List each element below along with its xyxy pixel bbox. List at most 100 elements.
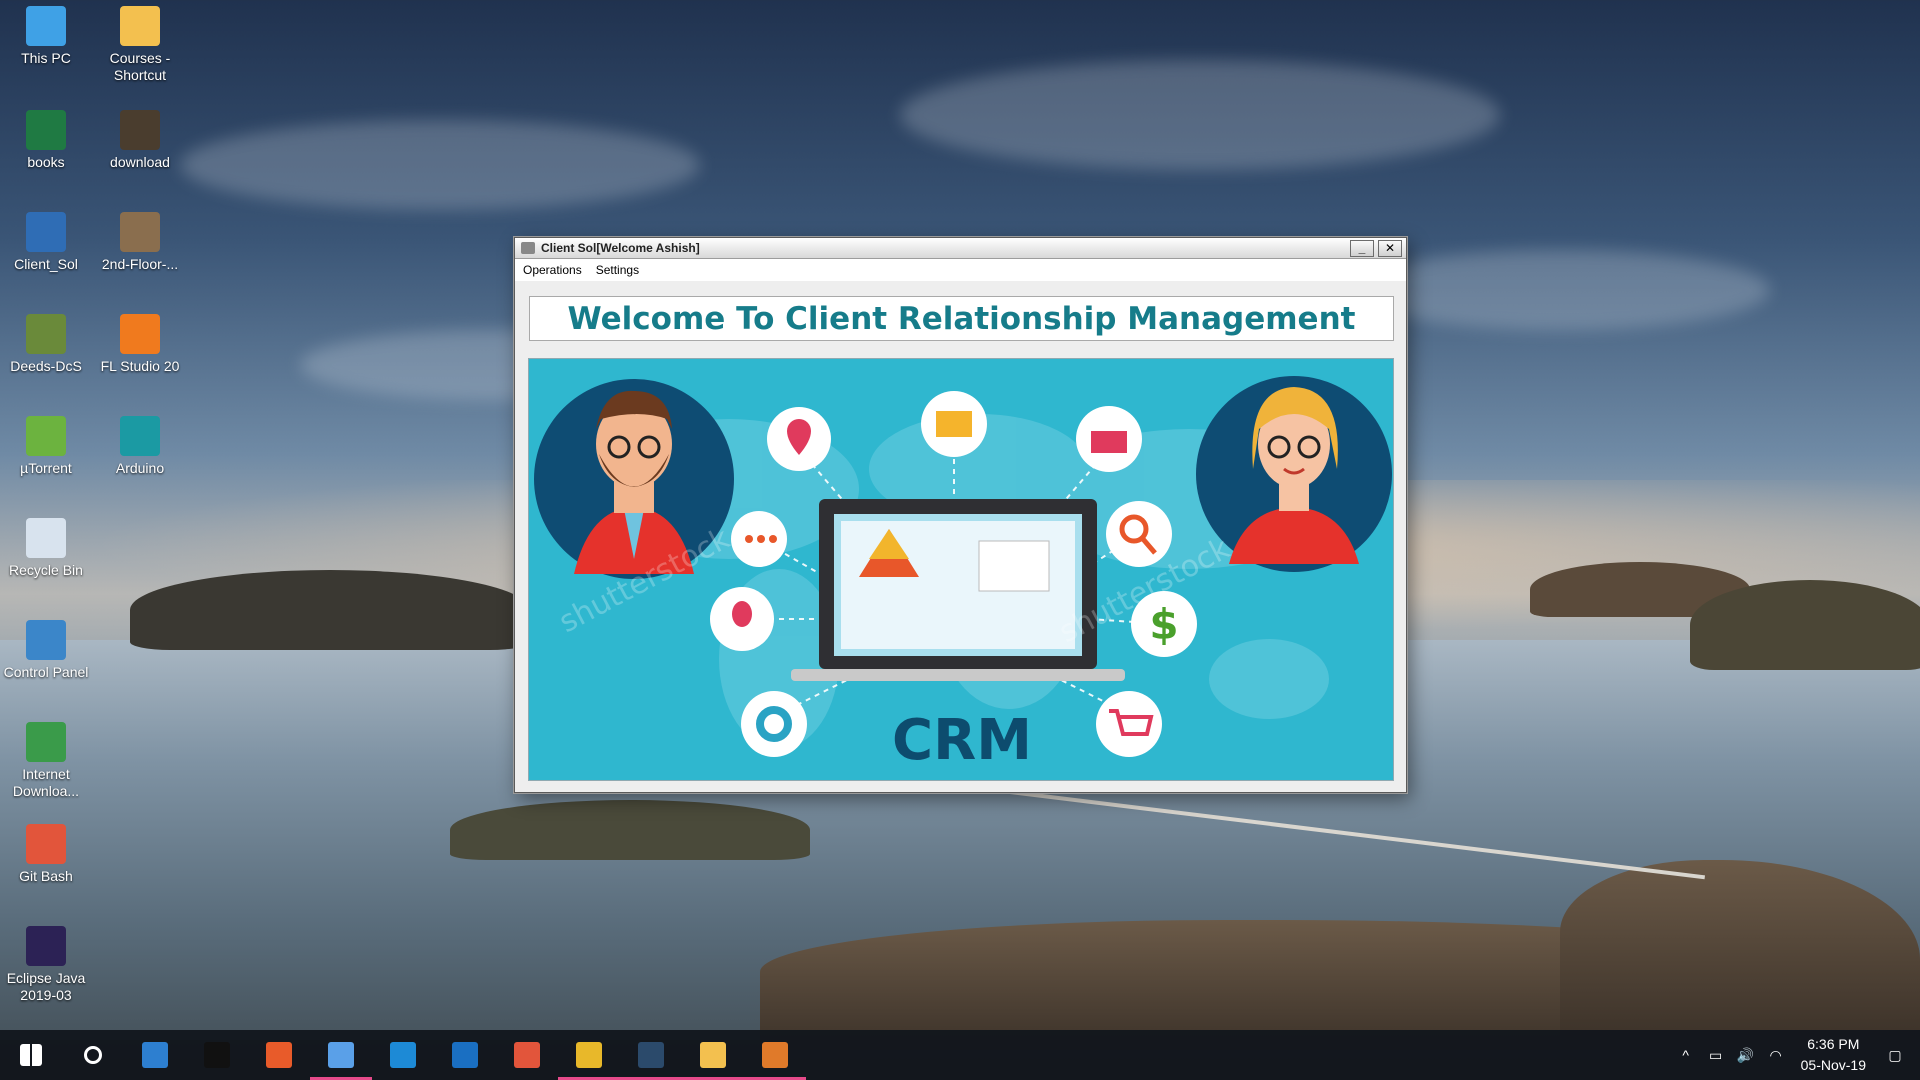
java-app-icon: [26, 212, 66, 252]
notification-icon[interactable]: ▢: [1884, 1047, 1906, 1064]
desktop-icon[interactable]: FL Studio 20: [94, 314, 186, 375]
svg-text:$: $: [1149, 600, 1178, 649]
taskbar-chrome[interactable]: [558, 1030, 620, 1080]
taskbar-edge[interactable]: [434, 1030, 496, 1080]
gear-icon: [741, 691, 807, 757]
desktop-icon-label: This PC: [21, 50, 71, 66]
close-button[interactable]: ✕: [1378, 239, 1402, 257]
tiles-icon: [266, 1042, 292, 1068]
idm-icon: [26, 722, 66, 762]
desktop-icon[interactable]: Arduino: [94, 416, 186, 477]
island-left: [130, 570, 530, 650]
menu-settings[interactable]: Settings: [596, 263, 639, 277]
island-far-right: [1690, 580, 1920, 670]
edge-icon: [452, 1042, 478, 1068]
woman-avatar: [1196, 376, 1392, 572]
desktop-icon[interactable]: Client_Sol: [0, 212, 92, 273]
taskbar-items: [0, 1030, 806, 1080]
desktop-icon-label: Eclipse Java 2019-03: [6, 970, 86, 1003]
control-panel-icon: [26, 620, 66, 660]
crm-label: CRM: [892, 708, 1032, 773]
magnifier-icon: [1106, 501, 1172, 567]
cloud: [1350, 250, 1770, 330]
laptop: [791, 499, 1125, 681]
desktop-icon-label: Internet Downloa...: [12, 766, 80, 799]
taskbar-store[interactable]: [124, 1030, 186, 1080]
cloud: [180, 120, 700, 210]
speaker-icon[interactable]: 🔊: [1735, 1047, 1757, 1064]
clock-time: 6:36 PM: [1807, 1036, 1860, 1052]
taskbar: ^ ▭ 🔊 ◠ 6:36 PM 05-Nov-19 ▢: [0, 1030, 1920, 1080]
desktop-icon-label: Client_Sol: [14, 256, 78, 272]
git-icon: [26, 824, 66, 864]
mysql-icon: [638, 1042, 664, 1068]
menu-operations[interactable]: Operations: [523, 263, 582, 277]
start-button[interactable]: [0, 1030, 62, 1080]
taskbar-vscode[interactable]: [372, 1030, 434, 1080]
circuit-icon: [26, 314, 66, 354]
folder-icon: [120, 6, 160, 46]
battery-icon[interactable]: ▭: [1705, 1047, 1727, 1064]
search-button[interactable]: [62, 1030, 124, 1080]
store-icon: [142, 1042, 168, 1068]
git-icon: [514, 1042, 540, 1068]
taskbar-terminal[interactable]: [186, 1030, 248, 1080]
arduino-icon: [120, 416, 160, 456]
desktop-icon-label: books: [27, 154, 65, 170]
taskbar-windows-app[interactable]: [248, 1030, 310, 1080]
desktop-icon-label: 2nd-Floor-...: [101, 256, 179, 272]
chrome-icon: [576, 1042, 602, 1068]
cloud: [900, 60, 1500, 170]
desktop-icon[interactable]: Deeds-DcS: [0, 314, 92, 375]
system-tray: ^ ▭ 🔊 ◠ 6:36 PM 05-Nov-19 ▢: [1671, 1030, 1920, 1080]
desktop-icon-label: FL Studio 20: [100, 358, 180, 374]
desktop-icon[interactable]: download: [94, 110, 186, 171]
crm-illustration: $ CRM shutterstock shutterstock: [528, 358, 1394, 781]
fl-studio-icon: [120, 314, 160, 354]
taskbar-java[interactable]: [744, 1030, 806, 1080]
windows-logo-icon: [20, 1044, 42, 1066]
desktop-icon-label: Courses - Shortcut: [109, 50, 171, 83]
desktop-icon-label: Deeds-DcS: [10, 358, 82, 374]
eclipse-icon: [26, 926, 66, 966]
minimize-button[interactable]: _: [1350, 239, 1374, 257]
desktop-icon[interactable]: Control Panel: [0, 620, 92, 681]
taskbar-mysql[interactable]: [620, 1030, 682, 1080]
clock-date: 05-Nov-19: [1800, 1057, 1866, 1073]
taskbar-file-explorer[interactable]: [682, 1030, 744, 1080]
image-icon: [120, 212, 160, 252]
desktop-icon[interactable]: 2nd-Floor-...: [94, 212, 186, 273]
desktop-icon[interactable]: books: [0, 110, 92, 171]
desktop-icon-label: Recycle Bin: [9, 562, 83, 578]
wifi-icon[interactable]: ◠: [1765, 1047, 1787, 1064]
terminal-icon: [204, 1042, 230, 1068]
desktop-icon-label: download: [110, 154, 170, 170]
desktop-icon[interactable]: Git Bash: [0, 824, 92, 885]
desktop-icon-label: Arduino: [115, 460, 165, 476]
desktop-icon[interactable]: Courses - Shortcut: [94, 6, 186, 84]
clock[interactable]: 6:36 PM 05-Nov-19: [1801, 1034, 1866, 1076]
crm-illustration-svg: $ CRM shutterstock shutterstock: [534, 376, 1392, 773]
excel-icon: [26, 110, 66, 150]
cube-icon: [328, 1042, 354, 1068]
chevron-up-icon[interactable]: ^: [1675, 1047, 1697, 1063]
desktop-icon[interactable]: Internet Downloa...: [0, 722, 92, 800]
desktop-icon[interactable]: Eclipse Java 2019-03: [0, 926, 92, 1004]
window-title: Client Sol[Welcome Ashish]: [541, 241, 700, 255]
client-sol-window[interactable]: Client Sol[Welcome Ashish] _ ✕ Operation…: [514, 237, 1407, 793]
utorrent-icon: [26, 416, 66, 456]
title-bar[interactable]: Client Sol[Welcome Ashish] _ ✕: [515, 238, 1406, 259]
shopping-cart-icon: [1096, 691, 1162, 757]
recycle-bin-icon: [26, 518, 66, 558]
desktop-icon-label: µTorrent: [20, 460, 72, 476]
image-icon: [120, 110, 160, 150]
desktop-icon-label: Git Bash: [19, 868, 73, 884]
desktop-icon[interactable]: This PC: [0, 6, 92, 67]
java-cup-icon: [521, 242, 535, 254]
search-icon: [84, 1046, 102, 1064]
vscode-icon: [390, 1042, 416, 1068]
desktop-icon[interactable]: Recycle Bin: [0, 518, 92, 579]
taskbar-virtualbox[interactable]: [310, 1030, 372, 1080]
desktop-icon[interactable]: µTorrent: [0, 416, 92, 477]
taskbar-git[interactable]: [496, 1030, 558, 1080]
